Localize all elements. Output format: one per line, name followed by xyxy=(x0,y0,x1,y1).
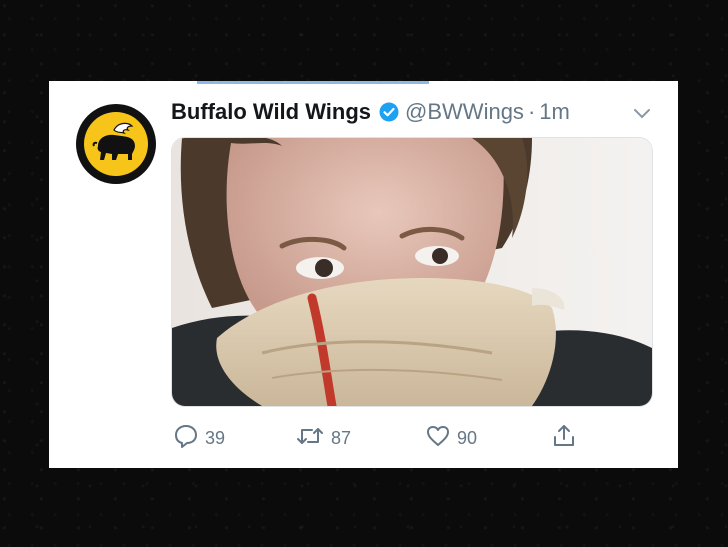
retweet-count: 87 xyxy=(331,428,352,448)
chevron-down-icon[interactable] xyxy=(632,107,652,121)
tweet-header: Buffalo Wild Wings @BWWings · 1m xyxy=(171,99,570,125)
timestamp[interactable]: 1m xyxy=(539,99,570,125)
tweet-media[interactable] xyxy=(171,137,653,407)
like-button[interactable]: 90 xyxy=(425,423,477,454)
tweet-card: Buffalo Wild Wings @BWWings · 1m 39 87 9… xyxy=(49,81,678,468)
separator: · xyxy=(527,99,536,124)
like-count: 90 xyxy=(457,428,478,448)
handle[interactable]: @BWWings xyxy=(405,99,524,125)
photo-person-icon xyxy=(172,138,652,406)
retweet-button[interactable]: 87 xyxy=(295,423,351,454)
tab-indicator xyxy=(197,81,429,84)
buffalo-logo-icon xyxy=(84,112,148,176)
reply-count: 39 xyxy=(205,428,226,448)
heart-icon xyxy=(425,423,451,454)
retweet-icon xyxy=(295,423,325,454)
display-name[interactable]: Buffalo Wild Wings xyxy=(171,99,371,125)
reply-button[interactable]: 39 xyxy=(173,423,225,454)
avatar[interactable] xyxy=(76,104,156,184)
share-button[interactable] xyxy=(551,423,577,454)
tweet-actions: 39 87 90 xyxy=(171,423,591,457)
reply-icon xyxy=(173,423,199,454)
share-icon xyxy=(551,423,577,454)
verified-badge-icon xyxy=(379,102,399,122)
